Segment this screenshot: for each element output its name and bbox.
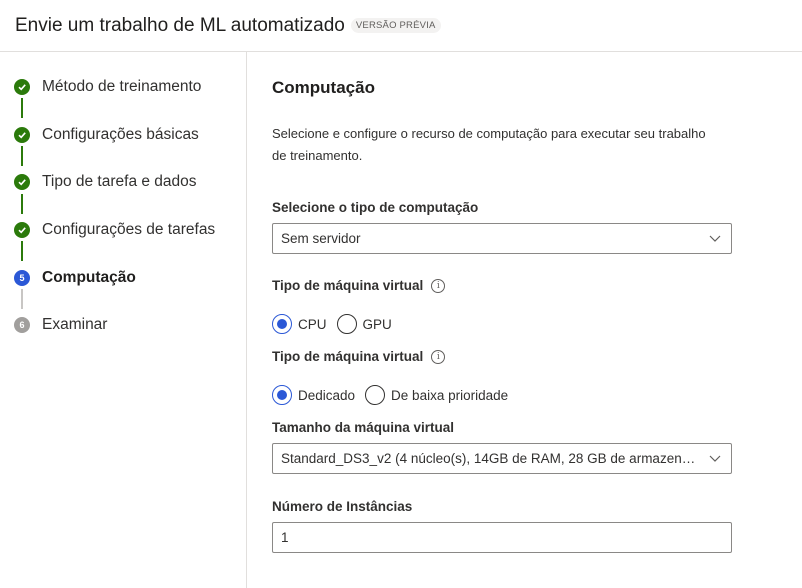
instances-input[interactable]	[272, 522, 732, 553]
vm-priority-label: Tipo de máquina virtual i	[272, 349, 446, 364]
radio-dedicated[interactable]: Dedicado	[272, 385, 355, 405]
compute-type-dropdown[interactable]: Sem servidor	[272, 223, 732, 254]
preview-badge: VERSÃO PRÉVIA	[350, 18, 441, 33]
compute-type-label-text: Selecione o tipo de computação	[272, 200, 479, 215]
compute-type-label: Selecione o tipo de computação	[272, 200, 478, 215]
step-review[interactable]: 6 Examinar	[14, 316, 107, 334]
chevron-down-icon	[709, 455, 721, 462]
step-label: Examinar	[42, 316, 108, 333]
step-task-type-data[interactable]: Tipo de tarefa e dados	[14, 173, 197, 191]
radio-label: CPU	[298, 316, 327, 332]
vm-type-label: Tipo de máquina virtual i	[272, 278, 446, 293]
chevron-down-icon	[709, 235, 721, 242]
step-connector	[21, 289, 23, 309]
radio-low-priority[interactable]: De baixa prioridade	[365, 385, 508, 405]
vm-size-label-text: Tamanho da máquina virtual	[272, 420, 455, 435]
radio-label: GPU	[362, 316, 392, 332]
wizard-steps: Método de treinamento Configurações bási…	[0, 52, 247, 588]
section-title: Computação	[272, 78, 375, 97]
step-label: Configurações básicas	[42, 126, 199, 143]
check-icon	[14, 174, 30, 190]
step-basic-settings[interactable]: Configurações básicas	[14, 126, 199, 144]
page-title: Envie um trabalho de ML automatizado	[15, 14, 345, 36]
radio-gpu[interactable]: GPU	[336, 314, 392, 334]
compute-type-value: Sem servidor	[281, 231, 361, 246]
step-connector	[21, 241, 23, 261]
section-description: Selecione e configure o recurso de compu…	[272, 126, 706, 163]
step-connector	[21, 194, 23, 214]
step-label: Configurações de tarefas	[42, 221, 216, 238]
vm-size-label: Tamanho da máquina virtual	[272, 420, 454, 435]
instances-label: Número de Instâncias	[272, 499, 412, 514]
step-connector	[21, 146, 23, 166]
step-task-settings[interactable]: Configurações de tarefas	[14, 221, 215, 239]
step-label: Tipo de tarefa e dados	[42, 173, 197, 190]
info-icon[interactable]: i	[431, 278, 446, 293]
vm-priority-label-text: Tipo de máquina virtual	[272, 349, 424, 364]
check-icon	[14, 222, 30, 238]
vm-size-dropdown[interactable]: Standard_DS3_v2 (4 núcleo(s), 14GB de RA…	[272, 443, 732, 474]
vm-type-radio-group: CPU GPU	[272, 314, 402, 334]
vm-priority-radio-group: Dedicado De baixa prioridade	[272, 385, 518, 405]
radio-button-checked[interactable]	[272, 314, 292, 334]
radio-button[interactable]	[336, 314, 357, 334]
step-connector	[21, 98, 23, 118]
radio-label: De baixa prioridade	[391, 387, 509, 403]
info-icon[interactable]: i	[431, 349, 446, 364]
vm-type-label-text: Tipo de máquina virtual	[272, 278, 424, 293]
step-label: Método de treinamento	[42, 78, 202, 95]
radio-cpu[interactable]: CPU	[272, 314, 327, 334]
step-training-method[interactable]: Método de treinamento	[14, 78, 201, 96]
check-icon	[14, 127, 30, 143]
step-number-icon: 5	[14, 270, 30, 286]
instances-label-text: Número de Instâncias	[272, 499, 413, 514]
page-header: Envie um trabalho de ML automatizado VER…	[0, 0, 802, 52]
radio-button-checked[interactable]	[272, 385, 292, 405]
radio-button[interactable]	[365, 385, 386, 405]
step-number-icon: 6	[14, 317, 30, 333]
step-label: Computação	[42, 269, 136, 286]
check-icon	[14, 79, 30, 95]
step-compute[interactable]: 5 Computação	[14, 269, 136, 287]
vm-size-value: Standard_DS3_v2 (4 núcleo(s), 14GB de RA…	[281, 451, 699, 466]
radio-label: Dedicado	[298, 387, 356, 403]
